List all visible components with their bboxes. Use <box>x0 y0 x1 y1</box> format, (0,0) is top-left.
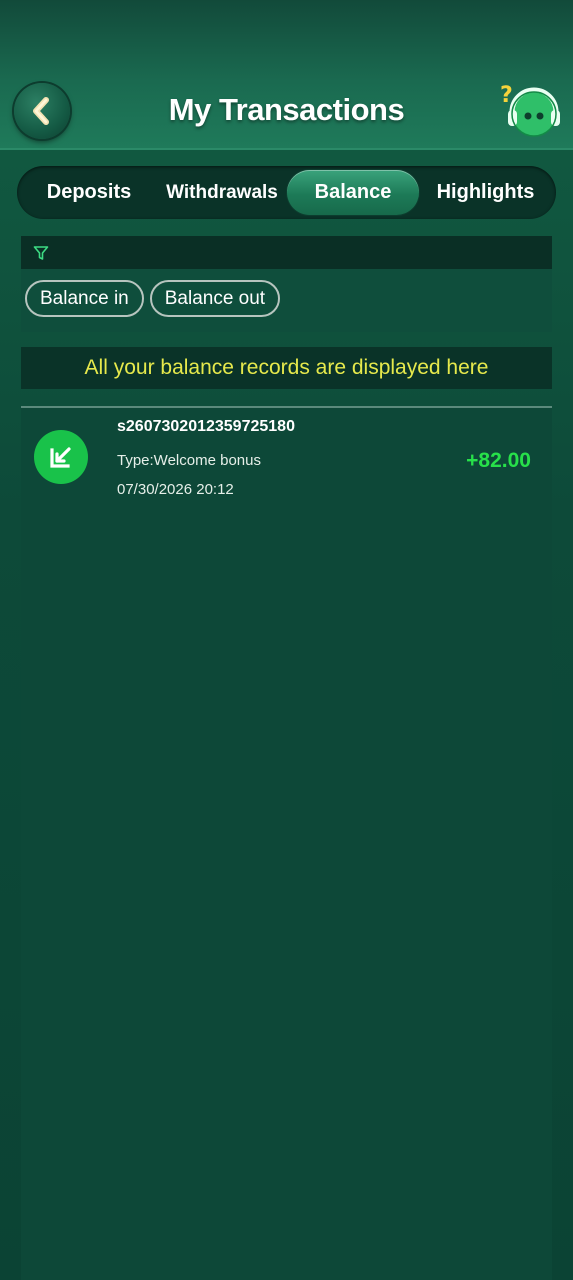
record-time: 07/30/2026 20:12 <box>117 481 234 498</box>
arrow-in-icon <box>50 447 71 468</box>
support-mascot-icon: ? <box>500 83 560 137</box>
transaction-tabs: Deposits Withdrawals Balance Highlights <box>17 166 556 219</box>
support-button[interactable]: ? <box>498 82 562 142</box>
list-item[interactable]: s2607302012359725180 Type:Welcome bonus … <box>21 408 552 508</box>
record-amount: +82.00 <box>466 449 531 472</box>
tab-highlights[interactable]: Highlights <box>419 170 552 215</box>
filter-bar[interactable] <box>21 236 552 269</box>
tab-withdrawals[interactable]: Withdrawals <box>157 170 287 215</box>
record-type: Type:Welcome bonus <box>117 452 261 469</box>
chip-balance-in[interactable]: Balance in <box>25 280 144 317</box>
filter-icon[interactable] <box>33 245 49 261</box>
record-icon <box>34 430 88 484</box>
page-title: My Transactions <box>168 92 405 127</box>
info-banner: All your balance records are displayed h… <box>21 347 552 389</box>
records-list: s2607302012359725180 Type:Welcome bonus … <box>21 406 552 1280</box>
tab-deposits[interactable]: Deposits <box>21 170 157 215</box>
filter-chips: Balance in Balance out <box>21 269 552 317</box>
chip-balance-out[interactable]: Balance out <box>149 280 281 317</box>
filter-panel: Balance in Balance out <box>21 236 552 332</box>
tab-balance[interactable]: Balance <box>287 170 419 215</box>
header: My Transactions ? <box>0 0 573 150</box>
transactions-page: My Transactions ? Deposits Withdrawals B… <box>0 0 573 1280</box>
record-id: s2607302012359725180 <box>117 418 295 435</box>
